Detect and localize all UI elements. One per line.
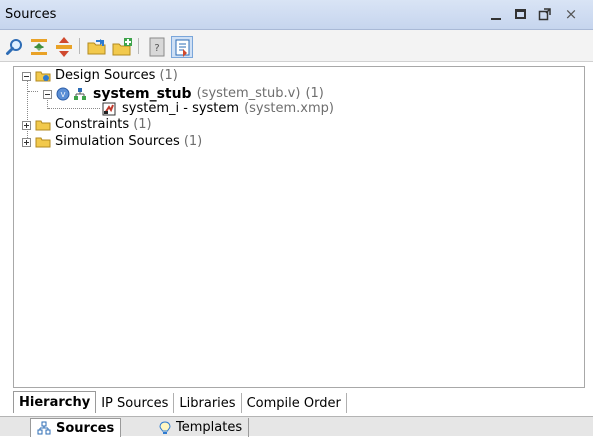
verilog-module-icon: V xyxy=(55,87,71,101)
node-count: (1) xyxy=(159,68,178,83)
panel-title: Sources xyxy=(5,7,57,22)
panel-tabs: Sources Templates xyxy=(0,416,593,437)
node-count: (1) xyxy=(305,86,324,101)
tab-label: Templates xyxy=(176,420,243,435)
search-icon[interactable] xyxy=(4,36,26,58)
node-count: (1) xyxy=(133,117,152,132)
sources-toolbar: ? xyxy=(0,30,593,62)
tab-libraries[interactable]: Libraries xyxy=(174,393,242,413)
node-file: (system.xmp) xyxy=(244,101,334,116)
folder-icon xyxy=(35,135,51,149)
xmp-file-icon xyxy=(102,102,116,116)
close-icon[interactable]: × xyxy=(562,4,580,24)
restore-icon[interactable] xyxy=(536,4,554,24)
node-label: Design Sources xyxy=(55,68,156,83)
expand-toggle[interactable] xyxy=(22,120,31,130)
svg-text:V: V xyxy=(61,91,66,99)
hierarchy-view-icon[interactable] xyxy=(171,36,193,58)
tab-label: Sources xyxy=(56,420,115,436)
minimize-icon[interactable] xyxy=(487,4,505,24)
tree-line xyxy=(28,91,38,93)
open-file-icon[interactable] xyxy=(86,36,108,58)
sources-tree: Design Sources (1) V system_stub (system… xyxy=(13,66,585,388)
hierarchy-top-icon xyxy=(73,87,87,101)
tab-hierarchy[interactable]: Hierarchy xyxy=(13,391,97,413)
title-bar: Sources × xyxy=(0,0,593,30)
lightbulb-icon xyxy=(159,420,171,435)
maximize-icon[interactable] xyxy=(511,4,529,24)
folder-open-icon xyxy=(35,69,51,83)
svg-text:?: ? xyxy=(154,43,159,54)
toolbar-separator xyxy=(138,38,139,54)
collapse-toggle[interactable] xyxy=(22,71,31,81)
folder-icon xyxy=(35,118,51,132)
tab-templates[interactable]: Templates xyxy=(153,418,250,437)
node-label: system_i - system xyxy=(122,101,240,116)
node-label: Constraints xyxy=(55,117,130,132)
view-tabs: Hierarchy IP Sources Libraries Compile O… xyxy=(13,391,585,413)
properties-icon[interactable]: ? xyxy=(146,36,168,58)
tree-node-constraints[interactable]: Constraints (1) xyxy=(22,117,152,133)
toolbar-separator xyxy=(79,38,80,54)
tree-node-design-sources[interactable]: Design Sources (1) xyxy=(22,68,178,84)
expand-all-icon[interactable] xyxy=(53,36,75,58)
node-count: (1) xyxy=(183,134,203,149)
collapse-toggle[interactable] xyxy=(43,89,52,99)
collapse-all-icon[interactable] xyxy=(28,36,50,58)
sources-icon xyxy=(37,421,51,435)
tab-sources[interactable]: Sources xyxy=(30,418,122,437)
tree-node-system-stub[interactable]: V system_stub (system_stub.v) (1) xyxy=(43,86,324,102)
expand-toggle[interactable] xyxy=(22,137,31,147)
node-label: system_stub xyxy=(93,86,192,102)
tree-line xyxy=(48,108,100,110)
node-label: Simulation Sources xyxy=(55,134,180,149)
tree-node-simulation-sources[interactable]: Simulation Sources (1) xyxy=(22,134,202,150)
add-sources-icon[interactable] xyxy=(111,36,133,58)
tab-ip-sources[interactable]: IP Sources xyxy=(96,393,175,413)
tree-node-system-i[interactable]: system_i - system (system.xmp) xyxy=(102,101,334,117)
tab-compile-order[interactable]: Compile Order xyxy=(242,393,347,413)
node-file: (system_stub.v) xyxy=(196,86,301,101)
